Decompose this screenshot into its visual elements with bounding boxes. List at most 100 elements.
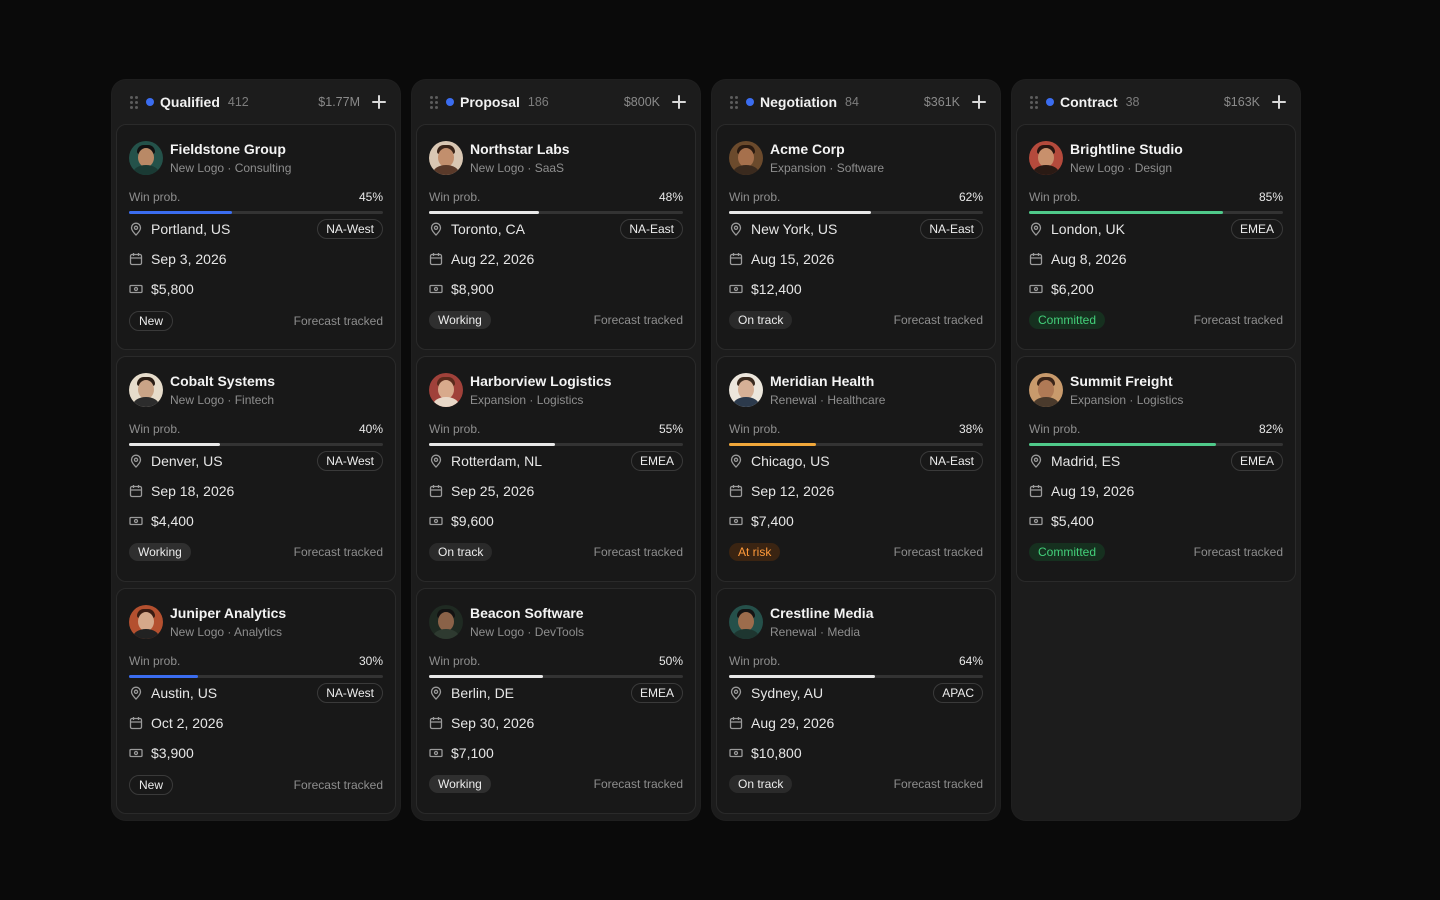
date-row: Aug 8, 2026 (1029, 244, 1283, 274)
deal-meta: New Logo · Analytics (170, 625, 283, 639)
company-name: Beacon Software (470, 605, 584, 621)
avatar (129, 141, 163, 175)
deal-card[interactable]: Brightline Studio New Logo · Design Win … (1016, 124, 1296, 350)
location-pin-icon (130, 222, 142, 236)
win-prob-value: 55% (658, 422, 683, 436)
win-prob-value: 50% (658, 654, 683, 668)
win-prob-fill (129, 211, 232, 214)
win-prob-fill (1029, 443, 1217, 446)
deal-meta: Renewal · Media (770, 625, 861, 639)
cash-icon (729, 284, 743, 294)
deal-amount: $7,400 (751, 513, 794, 529)
calendar-icon (1029, 485, 1043, 498)
deal-meta: Renewal · Healthcare (770, 393, 886, 407)
deal-card[interactable]: Fieldstone Group New Logo · Consulting W… (116, 124, 396, 350)
drag-handle-icon[interactable] (430, 95, 438, 109)
deal-card[interactable]: Acme Corp Expansion · Software Win prob.… (716, 124, 996, 350)
deal-meta: Expansion · Logistics (1070, 393, 1184, 407)
deal-amount: $7,100 (451, 745, 494, 761)
amount-row: $9,600 (429, 506, 683, 536)
deal-card[interactable]: Meridian Health Renewal · Healthcare Win… (716, 356, 996, 582)
location-pin-icon (730, 686, 742, 700)
close-date: Aug 22, 2026 (451, 251, 535, 267)
card-footer: New Forecast tracked (129, 775, 383, 795)
company-name: Cobalt Systems (170, 373, 276, 389)
deal-card[interactable]: Crestline Media Renewal · Media Win prob… (716, 588, 996, 814)
amount-row: $10,800 (729, 738, 983, 768)
deal-card[interactable]: Cobalt Systems New Logo · Fintech Win pr… (116, 356, 396, 582)
card-header: Harborview Logistics Expansion · Logisti… (429, 370, 683, 410)
win-prob-fill (729, 211, 871, 214)
card-footer: Working Forecast tracked (129, 543, 383, 561)
cash-icon (129, 284, 143, 294)
win-prob-label: Win prob. (429, 654, 481, 668)
card-footer: At risk Forecast tracked (729, 543, 983, 561)
column-count: 186 (527, 95, 549, 109)
amount-row: $7,100 (429, 738, 683, 768)
drag-handle-icon[interactable] (1030, 95, 1038, 109)
column-title: Negotiation (760, 94, 837, 110)
avatar (129, 605, 163, 639)
win-prob-row: Win prob. 30% (129, 654, 383, 668)
close-date: Aug 29, 2026 (751, 715, 835, 731)
add-card-icon[interactable] (372, 95, 386, 109)
region-badge: APAC (933, 683, 983, 703)
location-text: Berlin, DE (451, 685, 515, 701)
region-badge: EMEA (1230, 219, 1283, 239)
column-count: 38 (1125, 95, 1140, 109)
add-card-icon[interactable] (1272, 95, 1286, 109)
location-text: London, UK (1051, 221, 1125, 237)
column-total: $361K (923, 95, 960, 109)
card-header: Beacon Software New Logo · DevTools (429, 602, 683, 642)
card-footer: On track Forecast tracked (729, 775, 983, 793)
location-row: Sydney, AU APAC (729, 678, 983, 708)
region-badge: EMEA (1230, 451, 1283, 471)
date-row: Sep 30, 2026 (429, 708, 683, 738)
deal-meta: New Logo · Fintech (170, 393, 275, 407)
deal-card[interactable]: Harborview Logistics Expansion · Logisti… (416, 356, 696, 582)
avatar (729, 141, 763, 175)
deal-card[interactable]: Northstar Labs New Logo · SaaS Win prob.… (416, 124, 696, 350)
forecast-label: Forecast tracked (593, 777, 683, 791)
date-row: Aug 29, 2026 (729, 708, 983, 738)
forecast-label: Forecast tracked (1193, 313, 1283, 327)
win-prob-label: Win prob. (1029, 422, 1081, 436)
drag-handle-icon[interactable] (730, 95, 738, 109)
card-header: Crestline Media Renewal · Media (729, 602, 983, 642)
status-badge: At risk (729, 543, 781, 561)
cash-icon (129, 748, 143, 758)
card-footer: On track Forecast tracked (429, 543, 683, 561)
win-prob-label: Win prob. (1029, 190, 1081, 204)
column-header: Contract 38 $163K (1016, 80, 1296, 124)
cash-icon (729, 516, 743, 526)
win-prob-value: 45% (358, 190, 383, 204)
calendar-icon (129, 717, 143, 730)
deal-card[interactable]: Summit Freight Expansion · Logistics Win… (1016, 356, 1296, 582)
amount-row: $3,900 (129, 738, 383, 768)
company-name: Brightline Studio (1070, 141, 1183, 157)
avatar (429, 141, 463, 175)
win-prob-bar (729, 675, 983, 678)
avatar (729, 605, 763, 639)
win-prob-value: 30% (358, 654, 383, 668)
add-card-icon[interactable] (972, 95, 986, 109)
win-prob-value: 40% (358, 422, 383, 436)
drag-handle-icon[interactable] (130, 95, 138, 109)
region-badge: NA-West (317, 451, 383, 471)
add-card-icon[interactable] (672, 95, 686, 109)
win-prob-fill (429, 675, 544, 678)
calendar-icon (429, 485, 443, 498)
deal-card[interactable]: Beacon Software New Logo · DevTools Win … (416, 588, 696, 814)
win-prob-row: Win prob. 48% (429, 190, 683, 204)
win-prob-row: Win prob. 62% (729, 190, 983, 204)
location-row: Chicago, US NA-East (729, 446, 983, 476)
win-prob-row: Win prob. 82% (1029, 422, 1283, 436)
card-footer: Committed Forecast tracked (1029, 311, 1283, 329)
deal-card[interactable]: Juniper Analytics New Logo · Analytics W… (116, 588, 396, 814)
status-badge: Working (429, 775, 491, 793)
column-total: $800K (623, 95, 660, 109)
card-footer: Working Forecast tracked (429, 311, 683, 329)
win-prob-fill (429, 443, 555, 446)
win-prob-bar (1029, 211, 1283, 214)
column-proposal: Proposal 186 $800K Northstar Labs New Lo… (412, 80, 700, 820)
